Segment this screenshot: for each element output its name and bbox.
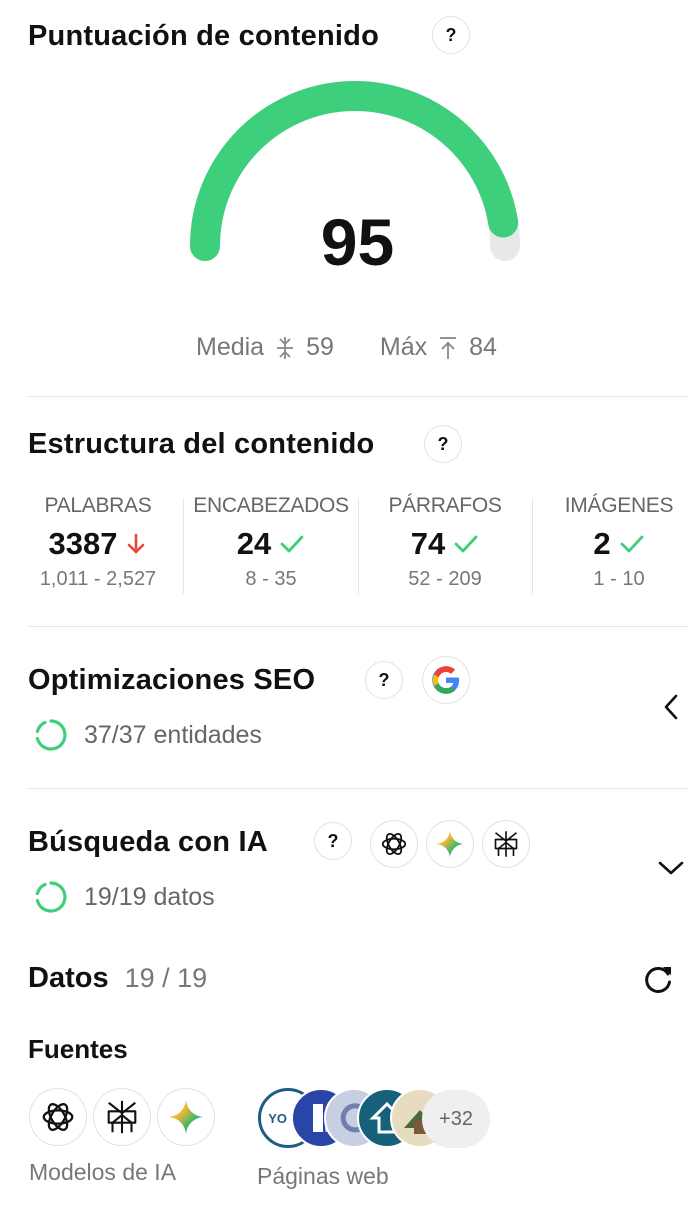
divider bbox=[28, 396, 688, 397]
metric-label: ENCABEZADOS bbox=[193, 494, 349, 517]
score-section-title: Puntuación de contenido bbox=[28, 20, 379, 52]
metric-headings: ENCABEZADOS 24 8 - 35 bbox=[186, 494, 356, 591]
score-stats: Media 59 Máx 84 bbox=[196, 333, 497, 362]
progress-ring-icon bbox=[35, 881, 67, 913]
openai-logo-icon[interactable] bbox=[29, 1088, 87, 1146]
seo-help-button[interactable]: ? bbox=[365, 661, 403, 699]
fuentes-title: Fuentes bbox=[28, 1034, 128, 1064]
metric-range: 1,011 - 2,527 bbox=[39, 568, 157, 590]
refresh-icon[interactable] bbox=[641, 962, 675, 996]
max-label: Máx bbox=[379, 333, 428, 361]
check-icon bbox=[454, 535, 478, 553]
metric-label: PÁRRAFOS bbox=[388, 494, 502, 517]
chevron-left-icon[interactable] bbox=[660, 692, 682, 722]
divider bbox=[28, 626, 688, 627]
average-label: Media bbox=[196, 333, 265, 361]
metric-label: IMÁGENES bbox=[564, 494, 674, 517]
metric-range: 52 - 209 bbox=[408, 568, 482, 590]
metric-value: 74 bbox=[410, 526, 446, 561]
metric-words: PALABRAS 3387 1,011 - 2,527 bbox=[13, 494, 183, 591]
seo-section-title[interactable]: Optimizaciones SEO bbox=[28, 664, 315, 697]
metric-separator bbox=[358, 498, 359, 594]
ai-search-progress-text: 19/19 datos bbox=[84, 882, 215, 911]
max-value: 84 bbox=[469, 333, 497, 361]
metric-value: 2 bbox=[593, 526, 611, 561]
metric-separator bbox=[183, 498, 184, 594]
score-value: 95 bbox=[320, 205, 395, 279]
gemini-logo-icon bbox=[426, 820, 474, 868]
gemini-logo-icon[interactable] bbox=[157, 1088, 215, 1146]
metric-paragraphs: PÁRRAFOS 74 52 - 209 bbox=[360, 494, 530, 591]
datos-title: Datos bbox=[28, 962, 109, 994]
openai-logo-icon bbox=[370, 820, 418, 868]
metric-range: 1 - 10 bbox=[593, 568, 645, 590]
seo-progress: 37/37 entidades bbox=[34, 718, 262, 752]
score-help-button[interactable]: ? bbox=[432, 16, 470, 54]
google-logo-icon bbox=[422, 656, 470, 704]
ai-search-help-button[interactable]: ? bbox=[314, 822, 352, 860]
metric-value: 3387 bbox=[48, 526, 118, 561]
ai-search-section-title[interactable]: Búsqueda con IA bbox=[28, 826, 268, 859]
check-icon bbox=[620, 535, 644, 553]
perplexity-logo-icon[interactable] bbox=[93, 1088, 151, 1146]
arrow-down-icon bbox=[128, 533, 145, 554]
datos-count: 19 / 19 bbox=[124, 963, 208, 993]
metric-value: 24 bbox=[236, 526, 272, 561]
ai-models-caption: Modelos de IA bbox=[29, 1159, 177, 1185]
more-sources-badge[interactable]: +32 bbox=[422, 1090, 490, 1148]
ai-search-progress: 19/19 datos bbox=[34, 880, 215, 914]
web-pages-caption: Páginas web bbox=[257, 1163, 389, 1189]
divider bbox=[28, 788, 688, 789]
chevron-down-icon[interactable] bbox=[656, 857, 686, 879]
metric-range: 8 - 35 bbox=[245, 568, 297, 590]
perplexity-logo-icon bbox=[482, 820, 530, 868]
average-value: 59 bbox=[306, 333, 334, 361]
check-icon bbox=[280, 535, 304, 553]
progress-ring-icon bbox=[35, 719, 67, 751]
structure-help-button[interactable]: ? bbox=[424, 425, 462, 463]
metric-images: IMÁGENES 2 1 - 10 bbox=[534, 494, 700, 591]
datos-header: Datos 19 / 19 bbox=[28, 962, 207, 995]
max-icon bbox=[440, 336, 457, 359]
structure-section-title: Estructura del contenido bbox=[28, 428, 375, 460]
average-icon bbox=[277, 336, 294, 359]
metric-separator bbox=[532, 498, 533, 594]
seo-progress-text: 37/37 entidades bbox=[84, 720, 262, 749]
metric-label: PALABRAS bbox=[44, 494, 152, 517]
